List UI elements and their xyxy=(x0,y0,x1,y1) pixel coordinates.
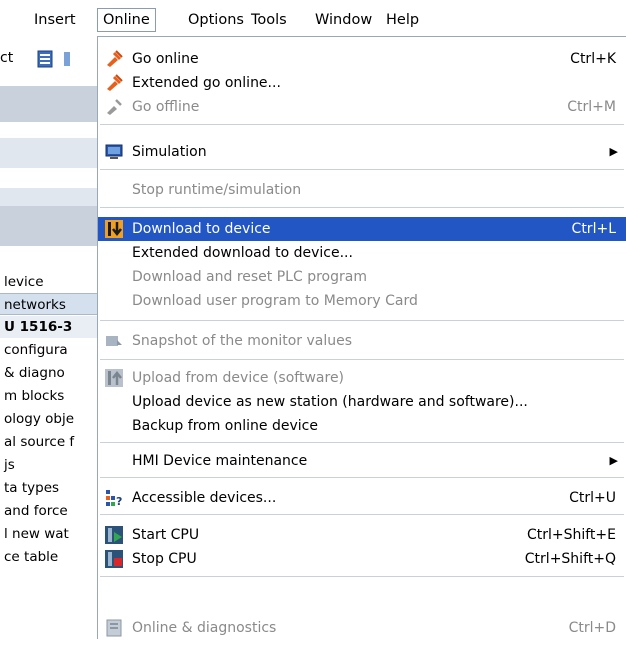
toolbar-icon-partial[interactable] xyxy=(62,50,72,72)
menuitem-shortcut: Ctrl+Shift+Q xyxy=(524,551,616,567)
menuitem-shortcut: Ctrl+D xyxy=(568,620,616,636)
tree-item[interactable]: l new wat xyxy=(0,523,97,545)
tree-item[interactable]: al source f xyxy=(0,431,97,453)
tree-item[interactable]: U 1516-3 xyxy=(0,316,97,338)
menuitem-go-offline[interactable]: Go offline Ctrl+M xyxy=(98,95,626,119)
upload-icon xyxy=(105,369,123,387)
menu-separator xyxy=(100,207,624,208)
menuitem-label: HMI Device maintenance xyxy=(132,453,308,469)
menuitem-label: Accessible devices... xyxy=(132,490,277,506)
menuitem-download-to-device[interactable]: Download to device Ctrl+L xyxy=(98,217,626,241)
submenu-arrow-icon: ▶ xyxy=(609,454,618,467)
tree-item[interactable]: js xyxy=(0,454,97,476)
tree-item[interactable]: ce table xyxy=(0,546,97,568)
menuitem-label: Download and reset PLC program xyxy=(132,269,367,285)
menuitem-label: Extended download to device... xyxy=(132,245,353,261)
menuitem-label: Stop CPU xyxy=(132,551,197,567)
menuitem-label: Go offline xyxy=(132,99,200,115)
tree-item[interactable]: m blocks xyxy=(0,385,97,407)
go-online-icon xyxy=(105,50,123,68)
menuitem-start-cpu[interactable]: Start CPU Ctrl+Shift+E xyxy=(98,523,626,547)
menuitem-download-reset[interactable]: Download and reset PLC program xyxy=(98,265,626,289)
menuitem-stop-cpu[interactable]: Stop CPU Ctrl+Shift+Q xyxy=(98,547,626,571)
menuitem-label: Online & diagnostics xyxy=(132,620,277,636)
download-icon xyxy=(105,220,123,238)
menubar: Insert Online Options Tools Window Help xyxy=(0,0,626,36)
tree-item[interactable]: and force xyxy=(0,500,97,522)
tree-item[interactable]: & diagno xyxy=(0,362,97,384)
menuitem-label: Extended go online... xyxy=(132,75,281,91)
menuitem-shortcut: Ctrl+K xyxy=(570,51,616,67)
menuitem-label: Start CPU xyxy=(132,527,200,543)
go-online-icon xyxy=(105,74,123,92)
menuitem-label: Download to device xyxy=(132,221,271,237)
online-dropdown-menu: Go online Ctrl+K Extended go online... G… xyxy=(97,36,626,639)
tree-item[interactable]: ta types xyxy=(0,477,97,499)
toolbar: ct xyxy=(0,36,98,82)
menu-separator xyxy=(100,359,624,360)
menuitem-shortcut: Ctrl+L xyxy=(571,221,616,237)
diagnostics-icon xyxy=(105,619,123,637)
menuitem-go-online[interactable]: Go online Ctrl+K xyxy=(98,47,626,71)
menu-separator xyxy=(100,442,624,443)
menuitem-snapshot[interactable]: Snapshot of the monitor values xyxy=(98,329,626,353)
menu-separator xyxy=(100,477,624,478)
submenu-arrow-icon: ▶ xyxy=(609,145,618,158)
svg-text:?: ? xyxy=(116,495,122,507)
menuitem-shortcut: Ctrl+U xyxy=(569,490,616,506)
menuitem-upload-new-station[interactable]: Upload device as new station (hardware a… xyxy=(98,390,626,414)
tree-header-band xyxy=(0,206,97,246)
menu-separator xyxy=(100,169,624,170)
accessible-devices-icon: ? xyxy=(105,489,123,508)
menu-window[interactable]: Window xyxy=(313,9,374,31)
menu-separator xyxy=(100,320,624,321)
stop-cpu-icon xyxy=(105,550,123,568)
menuitem-simulation[interactable]: Simulation ▶ xyxy=(98,140,626,164)
menuitem-label: Backup from online device xyxy=(132,418,318,434)
menuitem-label: Stop runtime/simulation xyxy=(132,182,302,198)
menu-separator xyxy=(100,576,624,577)
menuitem-shortcut: Ctrl+Shift+E xyxy=(526,527,616,543)
project-tree: levice networks U 1516-3 configura & dia… xyxy=(0,82,97,639)
menuitem-extended-go-online[interactable]: Extended go online... xyxy=(98,71,626,95)
menuitem-accessible-devices[interactable]: ? Accessible devices... Ctrl+U xyxy=(98,486,626,510)
snapshot-icon xyxy=(105,332,123,350)
toolbar-fragment-label: ct xyxy=(0,50,14,66)
menu-options[interactable]: Options xyxy=(186,9,246,31)
tree-section-band xyxy=(0,138,97,168)
start-cpu-icon xyxy=(105,526,123,544)
menuitem-label: Download user program to Memory Card xyxy=(132,293,418,309)
menuitem-label: Upload device as new station (hardware a… xyxy=(132,394,528,410)
menu-separator xyxy=(100,124,624,125)
menuitem-label: Upload from device (software) xyxy=(132,370,345,386)
menuitem-hmi-maintenance[interactable]: HMI Device maintenance ▶ xyxy=(98,449,626,473)
menu-tools[interactable]: Tools xyxy=(249,9,289,31)
menu-online[interactable]: Online xyxy=(97,8,156,32)
menu-insert[interactable]: Insert xyxy=(32,9,78,31)
tree-item[interactable]: levice xyxy=(0,271,97,293)
menuitem-shortcut: Ctrl+M xyxy=(567,99,616,115)
tree-item[interactable]: ology obje xyxy=(0,408,97,430)
go-offline-icon xyxy=(105,98,123,116)
tree-item[interactable]: configura xyxy=(0,339,97,361)
menu-help[interactable]: Help xyxy=(384,9,421,31)
menu-separator xyxy=(100,514,624,515)
menuitem-stop-runtime[interactable]: Stop runtime/simulation xyxy=(98,178,626,202)
menuitem-backup[interactable]: Backup from online device xyxy=(98,414,626,438)
tree-item[interactable]: networks xyxy=(0,293,97,315)
simulation-icon xyxy=(105,143,123,161)
tree-header-band xyxy=(0,86,97,122)
menuitem-label: Simulation xyxy=(132,144,207,160)
menuitem-online-diagnostics[interactable]: Online & diagnostics Ctrl+D xyxy=(98,616,626,640)
menuitem-label: Go online xyxy=(132,51,199,67)
menuitem-download-memory-card[interactable]: Download user program to Memory Card xyxy=(98,289,626,313)
menuitem-extended-download[interactable]: Extended download to device... xyxy=(98,241,626,265)
menuitem-upload-from-device[interactable]: Upload from device (software) xyxy=(98,366,626,390)
menuitem-label: Snapshot of the monitor values xyxy=(132,333,353,349)
document-icon[interactable] xyxy=(37,50,53,72)
